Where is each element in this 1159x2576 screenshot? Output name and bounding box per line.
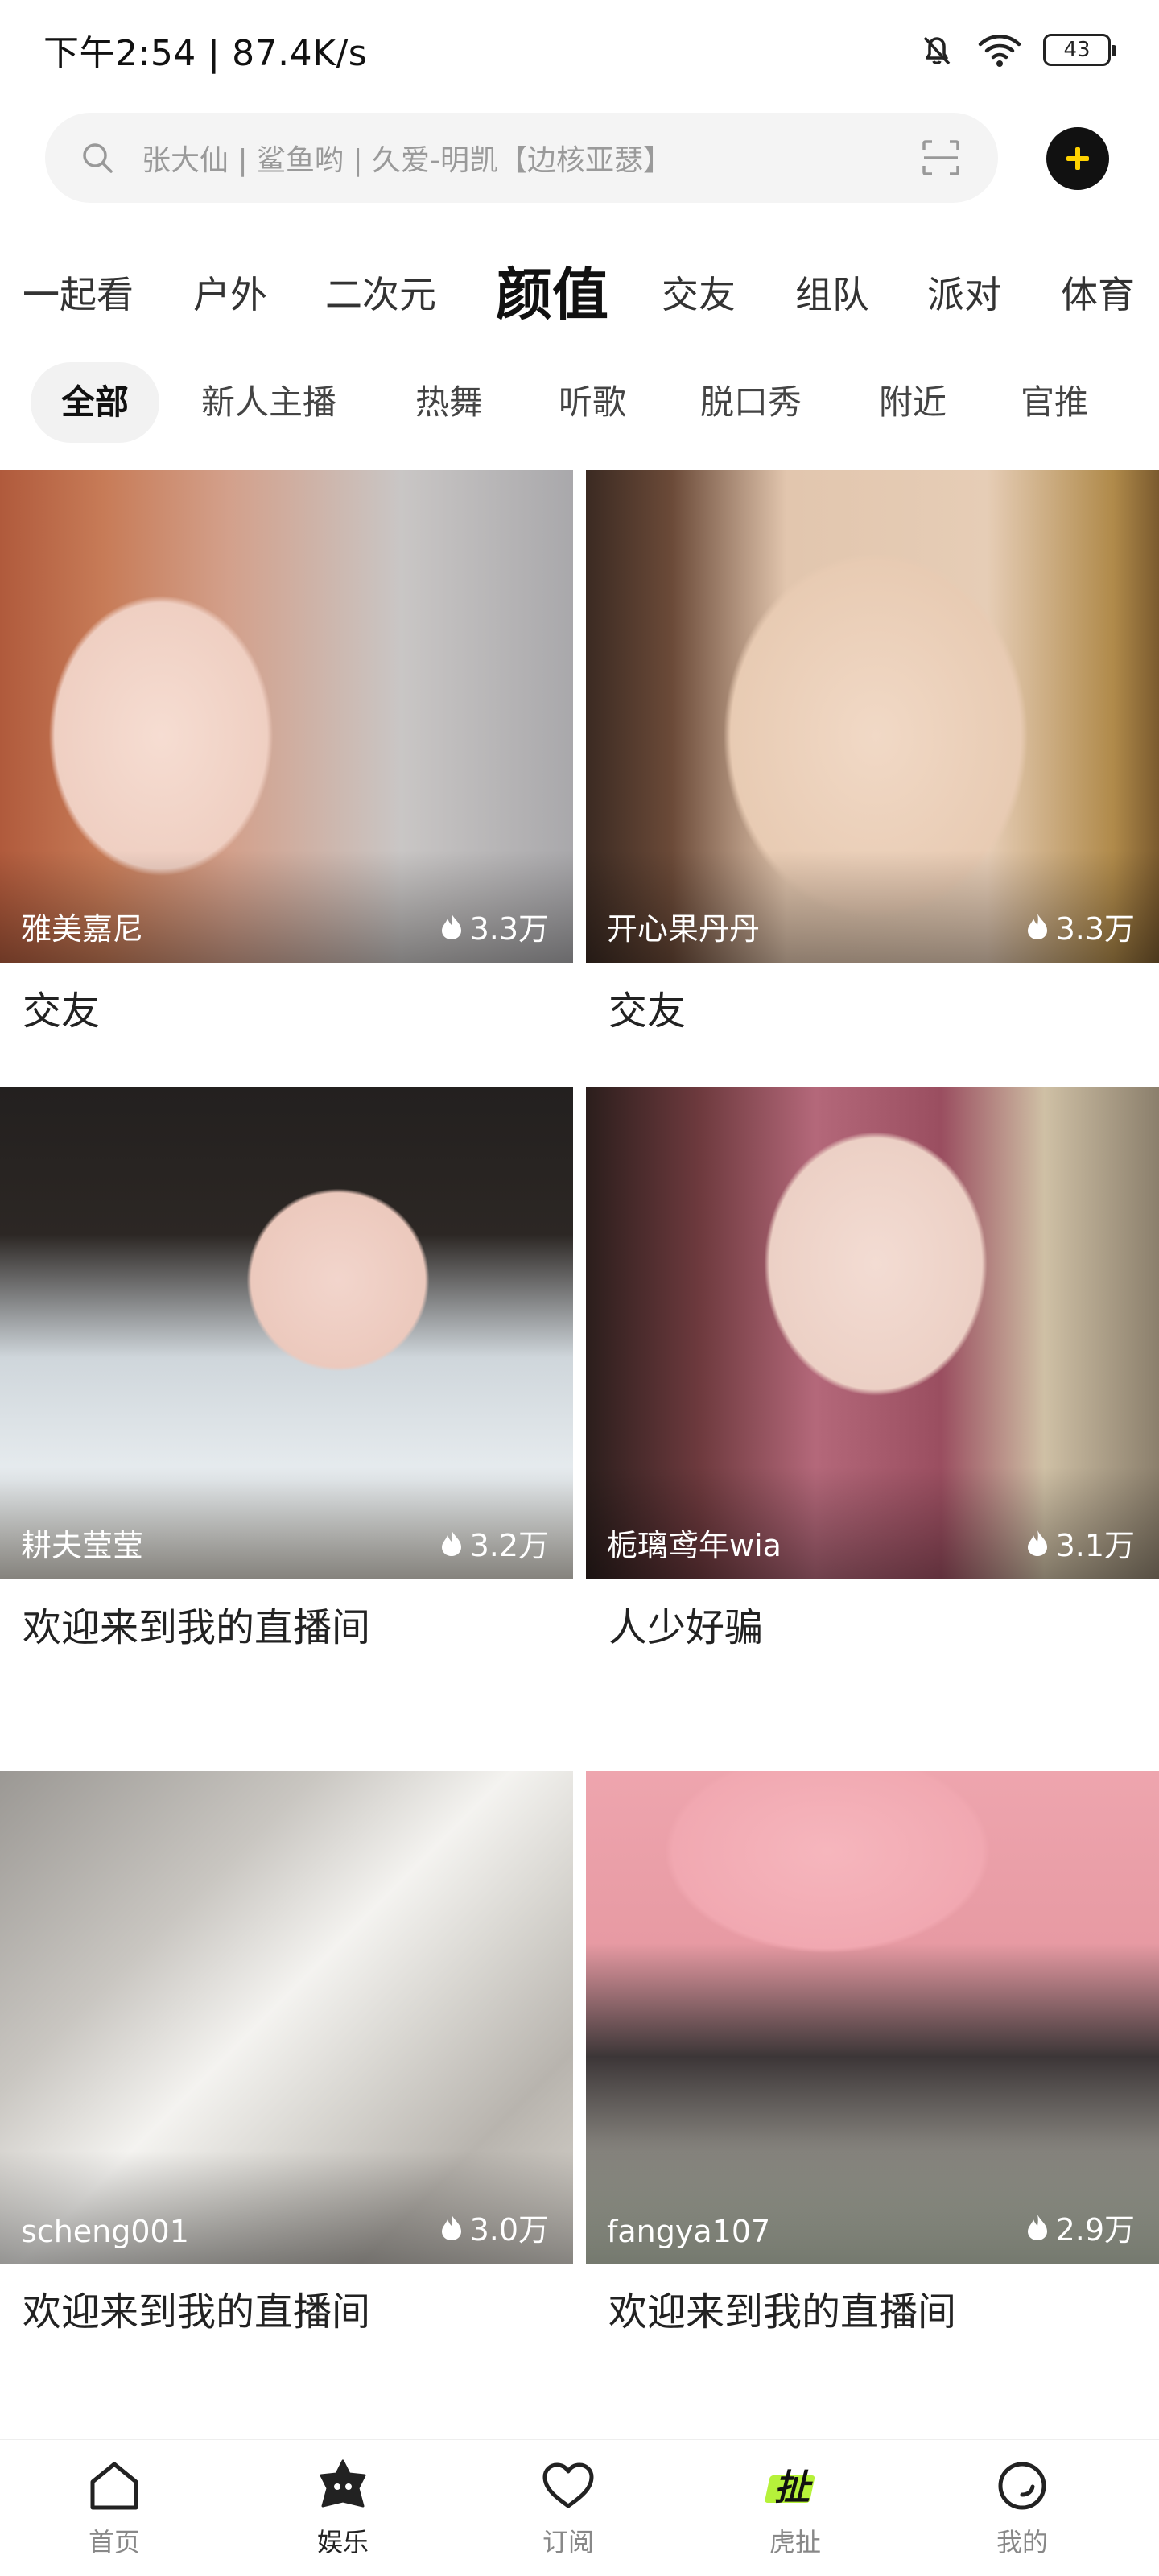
heat-count: 2.9万	[1025, 2205, 1135, 2249]
streamer-name: 耕夫莹莹	[21, 1528, 144, 1563]
tab-tiyu[interactable]: 体育	[1061, 266, 1135, 319]
nav-entertainment[interactable]: 娱乐	[262, 2456, 423, 2559]
room-title: 交友	[23, 989, 101, 1034]
heart-icon	[542, 2462, 594, 2508]
category-tabs: 一起看 户外 二次元 颜值 交友 组队 派对 体育	[0, 242, 1159, 330]
tab-jiaoyou[interactable]: 交友	[662, 266, 736, 319]
nav-huche-label: 虎扯	[769, 2527, 821, 2557]
room-thumbnail[interactable]: 雅美嘉尼 3.3万	[0, 470, 573, 963]
streamer-name: scheng001	[21, 2214, 189, 2249]
sub-tabs: 全部 新人主播 热舞 听歌 脱口秀 附近 官推	[0, 362, 1159, 443]
heat-count: 3.3万	[1025, 904, 1135, 948]
nav-profile-label: 我的	[996, 2527, 1048, 2557]
svg-text:扯: 扯	[774, 2467, 813, 2508]
home-icon	[90, 2462, 138, 2510]
bottom-nav: 首页 娱乐 订阅 扯 虎扯 我的	[0, 2439, 1159, 2576]
tab-huwai[interactable]: 户外	[193, 266, 267, 319]
streamer-name: 栀璃鸢年wia	[607, 1528, 782, 1563]
nav-subscribe[interactable]: 订阅	[488, 2456, 649, 2559]
room-title: 欢迎来到我的直播间	[23, 1605, 371, 1650]
flame-icon	[1027, 913, 1047, 939]
heat-count: 3.0万	[439, 2205, 549, 2249]
streamer-name: fangya107	[607, 2214, 771, 2249]
flame-icon	[1027, 1530, 1047, 1556]
flame-icon	[441, 913, 461, 939]
streamer-name: 雅美嘉尼	[21, 911, 144, 947]
scan-icon[interactable]	[921, 138, 961, 177]
room-title: 欢迎来到我的直播间	[23, 2289, 371, 2334]
tab-yiqikan[interactable]: 一起看	[23, 266, 134, 319]
heat-value: 2.9万	[1055, 2212, 1135, 2248]
nav-home-label: 首页	[88, 2527, 140, 2557]
battery-indicator: 43	[1043, 34, 1116, 66]
tab-yanzhi[interactable]: 颜值	[496, 250, 608, 331]
heat-value: 3.2万	[469, 1528, 549, 1563]
room-card[interactable]: fangya107 2.9万 欢迎来到我的直播间	[586, 1771, 1159, 2439]
entertainment-icon	[320, 2459, 366, 2508]
mute-bell-icon	[923, 36, 951, 65]
plus-icon	[1066, 147, 1089, 170]
room-thumbnail[interactable]: 开心果丹丹 3.3万	[586, 470, 1159, 963]
room-card[interactable]: 开心果丹丹 3.3万 交友	[586, 470, 1159, 1055]
wifi-icon	[978, 35, 1021, 67]
flame-icon	[441, 1530, 461, 1556]
subtab-all[interactable]: 全部	[31, 362, 160, 443]
profile-icon	[998, 2462, 1046, 2510]
room-card[interactable]: 耕夫莹莹 3.2万 欢迎来到我的直播间	[0, 1087, 573, 1671]
room-card[interactable]: 雅美嘉尼 3.3万 交友	[0, 470, 573, 1055]
subtab-music[interactable]: 听歌	[559, 362, 626, 443]
streamer-name: 开心果丹丹	[607, 911, 761, 947]
subtab-official[interactable]: 官推	[1021, 362, 1088, 443]
flame-icon	[441, 2214, 461, 2240]
room-card[interactable]: scheng001 3.0万 欢迎来到我的直播间	[0, 1771, 573, 2439]
add-button[interactable]	[1046, 127, 1109, 190]
room-title: 欢迎来到我的直播间	[608, 2289, 957, 2334]
room-title: 交友	[608, 989, 687, 1034]
heat-value: 3.3万	[1055, 911, 1135, 947]
nav-subscribe-label: 订阅	[542, 2527, 594, 2557]
status-icons: 43	[918, 27, 1116, 72]
room-thumbnail[interactable]: 耕夫莹莹 3.2万	[0, 1087, 573, 1579]
room-thumbnail[interactable]: fangya107 2.9万	[586, 1771, 1159, 2264]
nav-profile[interactable]: 我的	[942, 2456, 1103, 2559]
flame-icon	[1027, 2214, 1047, 2240]
room-card[interactable]: 栀璃鸢年wia 3.1万 人少好骗	[586, 1087, 1159, 1671]
tab-zudui[interactable]: 组队	[795, 266, 869, 319]
heat-value: 3.0万	[469, 2212, 549, 2248]
room-title: 人少好骗	[608, 1605, 764, 1650]
nav-entertainment-label: 娱乐	[316, 2527, 369, 2557]
subtab-talkshow[interactable]: 脱口秀	[700, 362, 802, 443]
status-bar: 下午2:54 | 87.4K/s 43	[0, 0, 1159, 97]
heat-value: 3.3万	[469, 911, 549, 947]
nav-home[interactable]: 首页	[34, 2456, 195, 2559]
search-icon	[83, 143, 113, 173]
subtab-nearby[interactable]: 附近	[879, 362, 947, 443]
tab-paidui[interactable]: 派对	[927, 266, 1001, 319]
tab-erciyuan[interactable]: 二次元	[325, 266, 436, 319]
heat-count: 3.2万	[439, 1521, 549, 1565]
room-thumbnail[interactable]: 栀璃鸢年wia 3.1万	[586, 1087, 1159, 1579]
heat-value: 3.1万	[1055, 1528, 1135, 1563]
subtab-dance[interactable]: 热舞	[415, 362, 483, 443]
subtab-new-anchor[interactable]: 新人主播	[201, 362, 336, 443]
room-thumbnail[interactable]: scheng001 3.0万	[0, 1771, 573, 2264]
nav-huche[interactable]: 扯 虎扯	[715, 2456, 876, 2559]
heat-count: 3.1万	[1025, 1521, 1135, 1565]
search-bar[interactable]: 张大仙 | 鲨鱼哟 | 久爱-明凯【边核亚瑟】	[45, 113, 998, 203]
status-time: 下午2:54 | 87.4K/s	[43, 33, 368, 74]
heat-count: 3.3万	[439, 904, 549, 948]
huche-icon: 扯	[765, 2467, 815, 2508]
search-placeholder: 张大仙 | 鲨鱼哟 | 久爱-明凯【边核亚瑟】	[142, 144, 673, 177]
